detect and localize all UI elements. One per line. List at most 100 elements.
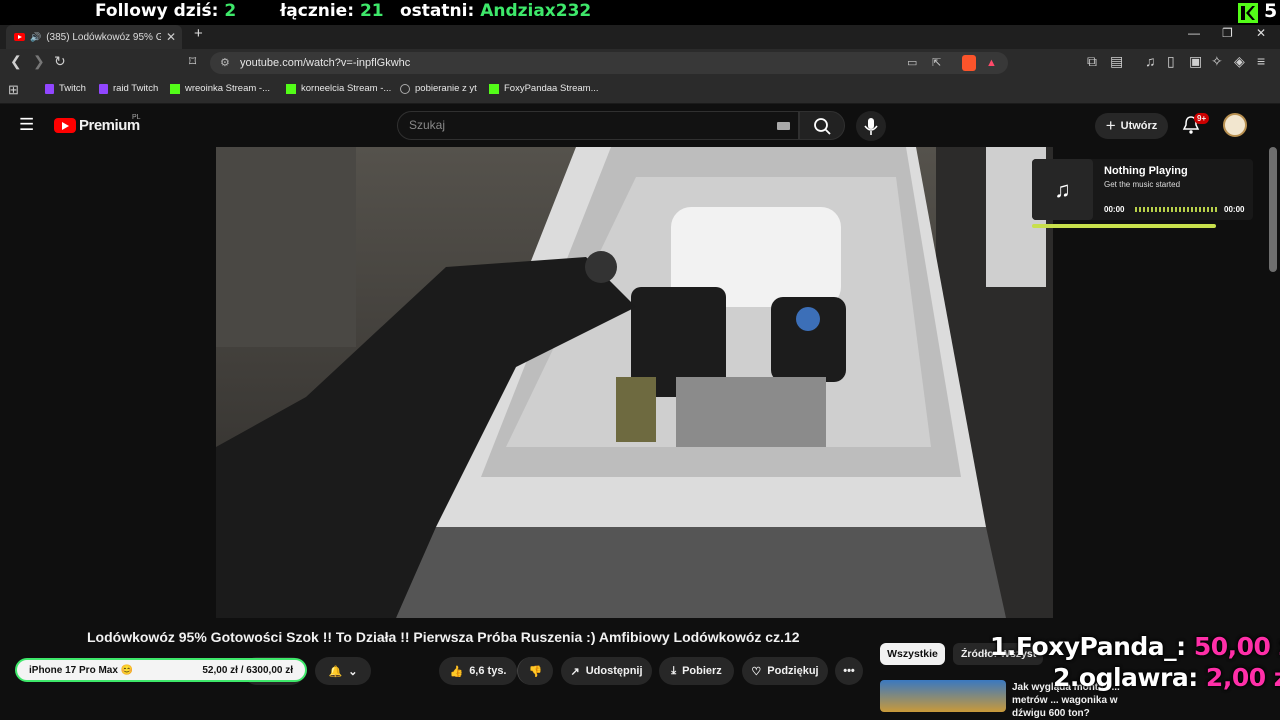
url-text: youtube.com/watch?v=-inpflGkwhc: [240, 57, 411, 69]
create-label: Utwórz: [1120, 120, 1158, 132]
donation-amount: 2,00 zł: [1205, 663, 1280, 692]
avatar[interactable]: [1223, 113, 1247, 137]
dislike-button[interactable]: 👎: [517, 657, 553, 685]
keyboard-icon[interactable]: [777, 122, 790, 130]
thumbs-up-icon: 👍: [449, 665, 464, 678]
back-icon[interactable]: ❮: [10, 53, 22, 70]
kick-icon: [170, 83, 180, 94]
music-title: Nothing Playing: [1104, 165, 1188, 177]
share-icon: ↗: [570, 665, 580, 678]
bell-icon: 🔔: [328, 665, 343, 678]
donation-entry: 2.oglawra: 2,00 zł: [1053, 663, 1280, 692]
search-button[interactable]: [799, 111, 845, 140]
tab-close-icon[interactable]: ✕: [166, 30, 176, 44]
donation-entry: 1.FoxyPanda_: 50,00 zł: [990, 632, 1280, 661]
share-page-icon[interactable]: ⇱: [932, 52, 941, 74]
extensions-icon[interactable]: ⧉: [1087, 53, 1097, 70]
bookmark-korneelcia[interactable]: korneelcia Stream -...: [286, 83, 391, 94]
bookmark-foxypandaa[interactable]: FoxyPandaa Stream...: [489, 83, 599, 94]
youtube-logo-icon[interactable]: [54, 118, 76, 133]
followy-today: Followy dziś: 2: [95, 1, 236, 21]
wallet-icon[interactable]: ▣: [1189, 53, 1202, 70]
bookmark-pobieranie[interactable]: pobieranie z yt: [400, 83, 477, 94]
site-info-icon[interactable]: ⚙: [220, 52, 230, 74]
bookmark-label: pobieranie z yt: [415, 83, 477, 94]
twitch-icon: [45, 83, 54, 94]
donation-amount: 50,00 zł: [1193, 632, 1280, 661]
minimize-button[interactable]: —: [1188, 26, 1200, 40]
new-tab-button[interactable]: +: [194, 25, 203, 42]
download-label: Pobierz: [682, 665, 722, 677]
music-progress-bar: [1032, 224, 1216, 228]
donor-name: 2.oglawra:: [1053, 663, 1198, 692]
forward-icon[interactable]: ❯: [33, 53, 45, 70]
filter-chip-all[interactable]: Wszystkie: [880, 643, 945, 665]
brave-rewards-icon[interactable]: ▲: [986, 52, 997, 74]
download-button[interactable]: ⤓ Pobierz: [659, 657, 734, 685]
thumbs-down-icon: 👎: [528, 665, 543, 678]
followy-label: Followy dziś:: [95, 1, 219, 21]
bookmark-label: Twitch: [59, 83, 86, 94]
last-follower: ostatni: Andziax232: [400, 1, 591, 21]
notification-count-badge: 9+: [1194, 113, 1210, 124]
like-count: 6,6 tys.: [469, 665, 507, 677]
followy-value: 2: [224, 1, 237, 21]
total-value: 21: [359, 1, 384, 21]
region-code: PL: [132, 114, 141, 121]
plus-icon: +: [1105, 116, 1116, 135]
search-input[interactable]: Szukaj: [397, 111, 799, 140]
twitch-icon: [99, 83, 108, 94]
bookmark-label: wreoinka Stream -...: [185, 83, 270, 94]
last-label: ostatni:: [400, 1, 475, 21]
music-note-icon: ♫: [1032, 159, 1093, 220]
menu-icon[interactable]: ≡: [1257, 53, 1265, 69]
recommended-thumbnail[interactable]: [880, 680, 1006, 712]
reload-icon[interactable]: ↻: [54, 53, 66, 70]
share-label: Udostępnij: [585, 665, 643, 677]
url-field[interactable]: ⚙ youtube.com/watch?v=-inpflGkwhc ▭ ⇱ ▲: [210, 52, 1008, 74]
youtube-brand[interactable]: Premium: [79, 117, 140, 134]
thanks-label: Podziękuj: [767, 665, 819, 677]
bookmark-raid-twitch[interactable]: raid Twitch: [99, 83, 158, 94]
maximize-button[interactable]: ❐: [1222, 26, 1233, 40]
more-icon: •••: [843, 665, 855, 677]
goal-name: iPhone 17 Pro Max 😊: [29, 664, 134, 676]
ai-icon[interactable]: ✧: [1211, 53, 1223, 70]
brave-shield-icon[interactable]: [962, 55, 976, 71]
kick-icon: [489, 83, 499, 94]
reading-icon[interactable]: ▤: [1110, 53, 1123, 70]
vpn-icon[interactable]: ◈: [1234, 53, 1245, 70]
download-icon: [400, 83, 410, 94]
chevron-down-icon: ⌄: [348, 665, 358, 678]
thanks-button[interactable]: ♡ Podziękuj: [742, 657, 828, 685]
apps-grid-icon[interactable]: ⊞: [8, 82, 19, 98]
create-button[interactable]: + Utwórz: [1095, 113, 1168, 139]
bookmark-wreoinka[interactable]: wreoinka Stream -...: [170, 83, 270, 94]
music-time-start: 00:00: [1104, 205, 1125, 214]
search-placeholder: Szukaj: [409, 118, 446, 132]
last-value: Andziax232: [480, 1, 592, 21]
kick-icon: [1238, 3, 1258, 23]
notifications-subscribe-button[interactable]: 🔔 ⌄: [315, 657, 371, 685]
music-icon[interactable]: ♫: [1145, 53, 1156, 69]
download-icon: ⤓: [671, 664, 677, 677]
kick-icon: [286, 83, 296, 94]
share-button[interactable]: ↗ Udostępnij: [561, 657, 652, 685]
total-label: łącznie:: [280, 1, 355, 21]
sidebar-icon[interactable]: ▯: [1167, 53, 1175, 70]
voice-search-button[interactable]: [856, 111, 886, 141]
search-icon: [814, 118, 831, 135]
microphone-icon: [864, 118, 878, 135]
bookmark-icon[interactable]: ⌑: [189, 53, 196, 70]
music-waveform: [1135, 207, 1217, 212]
youtube-favicon-icon: [14, 33, 25, 41]
close-window-button[interactable]: ✕: [1256, 26, 1266, 40]
more-actions-button[interactable]: •••: [835, 657, 863, 685]
bookmark-twitch[interactable]: Twitch: [45, 83, 86, 94]
hamburger-menu-icon[interactable]: ☰: [19, 115, 34, 135]
page-scrollbar[interactable]: [1269, 147, 1277, 272]
cast-icon[interactable]: ▭: [907, 52, 917, 74]
video-player[interactable]: [216, 147, 1053, 618]
like-button[interactable]: 👍 6,6 tys.: [439, 657, 517, 685]
browser-tab[interactable]: 🔊 (385) Lodówkowóz 95% Gotowości ✕: [6, 25, 182, 49]
